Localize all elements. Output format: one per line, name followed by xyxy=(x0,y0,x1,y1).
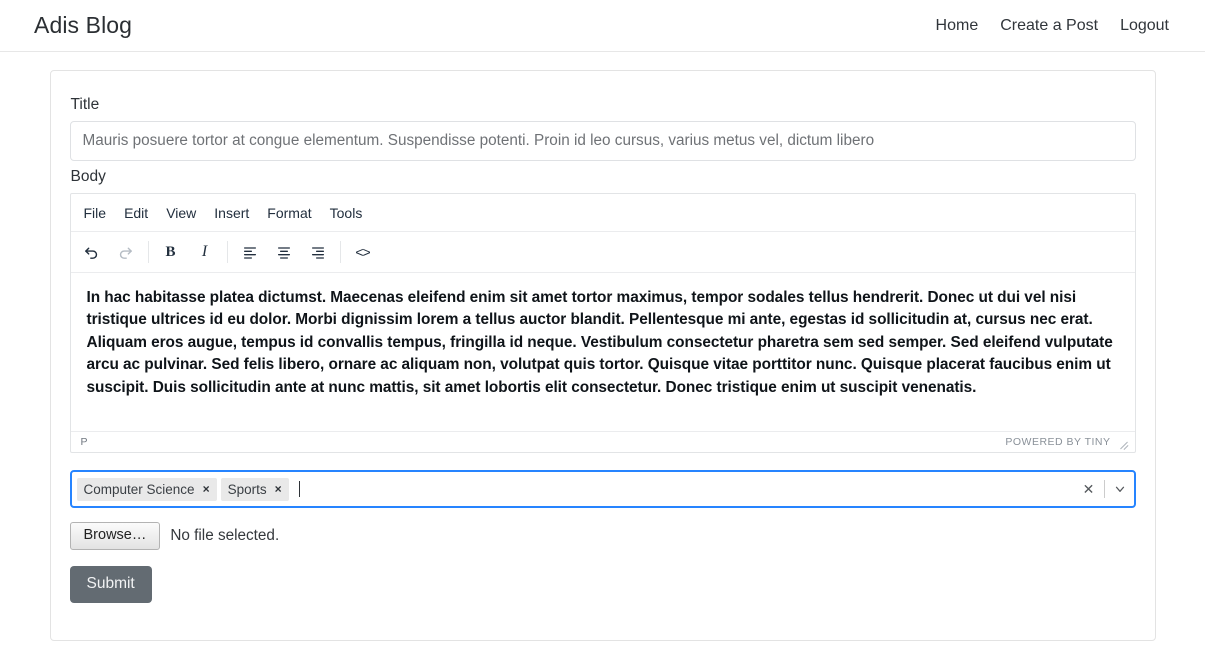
source-code-glyph: <> xyxy=(355,244,370,260)
source-code-icon[interactable]: <> xyxy=(348,238,378,266)
browse-button[interactable]: Browse… xyxy=(69,522,161,551)
redo-icon[interactable] xyxy=(111,238,141,266)
chevron-down-icon[interactable] xyxy=(1106,482,1134,496)
tags-text-cursor xyxy=(298,481,300,497)
tags-action-divider xyxy=(1103,480,1105,498)
clear-tags-icon[interactable]: ✕ xyxy=(1075,481,1103,498)
resize-handle-icon[interactable] xyxy=(1118,437,1129,448)
tags-actions: ✕ xyxy=(1075,472,1134,506)
tag-chip: Sports × xyxy=(220,477,289,501)
site-brand[interactable]: Adis Blog xyxy=(34,12,132,39)
tags-multiselect[interactable]: Computer Science × Sports × ✕ xyxy=(69,470,1136,508)
title-input[interactable]: Mauris posuere tortor at congue elementu… xyxy=(69,121,1136,161)
element-path[interactable]: P xyxy=(81,436,88,448)
tag-label: Computer Science xyxy=(83,481,195,497)
editor-statusbar: P POWERED BY TINY xyxy=(70,431,1135,452)
create-post-card: Title Mauris posuere tortor at congue el… xyxy=(49,70,1156,641)
menu-tools[interactable]: Tools xyxy=(321,201,372,225)
toolbar-separator xyxy=(339,241,341,263)
editor-paragraph: In hac habitasse platea dictumst. Maecen… xyxy=(86,289,1113,396)
menu-insert[interactable]: Insert xyxy=(205,201,258,225)
toolbar-separator xyxy=(147,241,149,263)
editor-toolbar: B I <> xyxy=(70,232,1135,273)
menu-edit[interactable]: Edit xyxy=(115,201,157,225)
file-upload-row: Browse… No file selected. xyxy=(69,522,1136,551)
menu-view[interactable]: View xyxy=(157,201,205,225)
editor-content-area[interactable]: In hac habitasse platea dictumst. Maecen… xyxy=(71,273,1135,431)
page-container: Title Mauris posuere tortor at congue el… xyxy=(0,52,1205,641)
nav-link-logout[interactable]: Logout xyxy=(1120,17,1169,35)
file-status-text: No file selected. xyxy=(170,527,280,545)
tinymce-branding[interactable]: POWERED BY TINY xyxy=(1005,436,1110,448)
editor-menubar: File Edit View Insert Format Tools xyxy=(70,194,1135,232)
rich-text-editor: File Edit View Insert Format Tools B I <… xyxy=(69,193,1136,453)
navbar: Adis Blog Home Create a Post Logout xyxy=(0,0,1205,52)
nav-link-home[interactable]: Home xyxy=(936,17,979,35)
align-right-icon[interactable] xyxy=(303,238,333,266)
align-center-icon[interactable] xyxy=(269,238,299,266)
italic-icon[interactable]: I xyxy=(190,238,220,266)
align-left-icon[interactable] xyxy=(235,238,265,266)
tag-chip: Computer Science × xyxy=(76,477,217,501)
bold-glyph: B xyxy=(165,243,176,260)
italic-glyph: I xyxy=(201,243,208,260)
body-label: Body xyxy=(70,168,106,185)
tag-remove-icon[interactable]: × xyxy=(272,483,289,495)
tag-label: Sports xyxy=(227,481,267,497)
tags-value-container: Computer Science × Sports × xyxy=(76,475,1075,504)
undo-icon[interactable] xyxy=(77,238,107,266)
nav-link-create-a-post[interactable]: Create a Post xyxy=(1000,17,1098,35)
bold-icon[interactable]: B xyxy=(156,238,186,266)
toolbar-separator xyxy=(226,241,228,263)
submit-button[interactable]: Submit xyxy=(69,566,152,604)
tag-remove-icon[interactable]: × xyxy=(200,483,217,495)
primary-nav: Home Create a Post Logout xyxy=(936,17,1169,35)
menu-format[interactable]: Format xyxy=(258,201,320,225)
menu-file[interactable]: File xyxy=(75,201,116,225)
title-label: Title xyxy=(70,96,100,113)
